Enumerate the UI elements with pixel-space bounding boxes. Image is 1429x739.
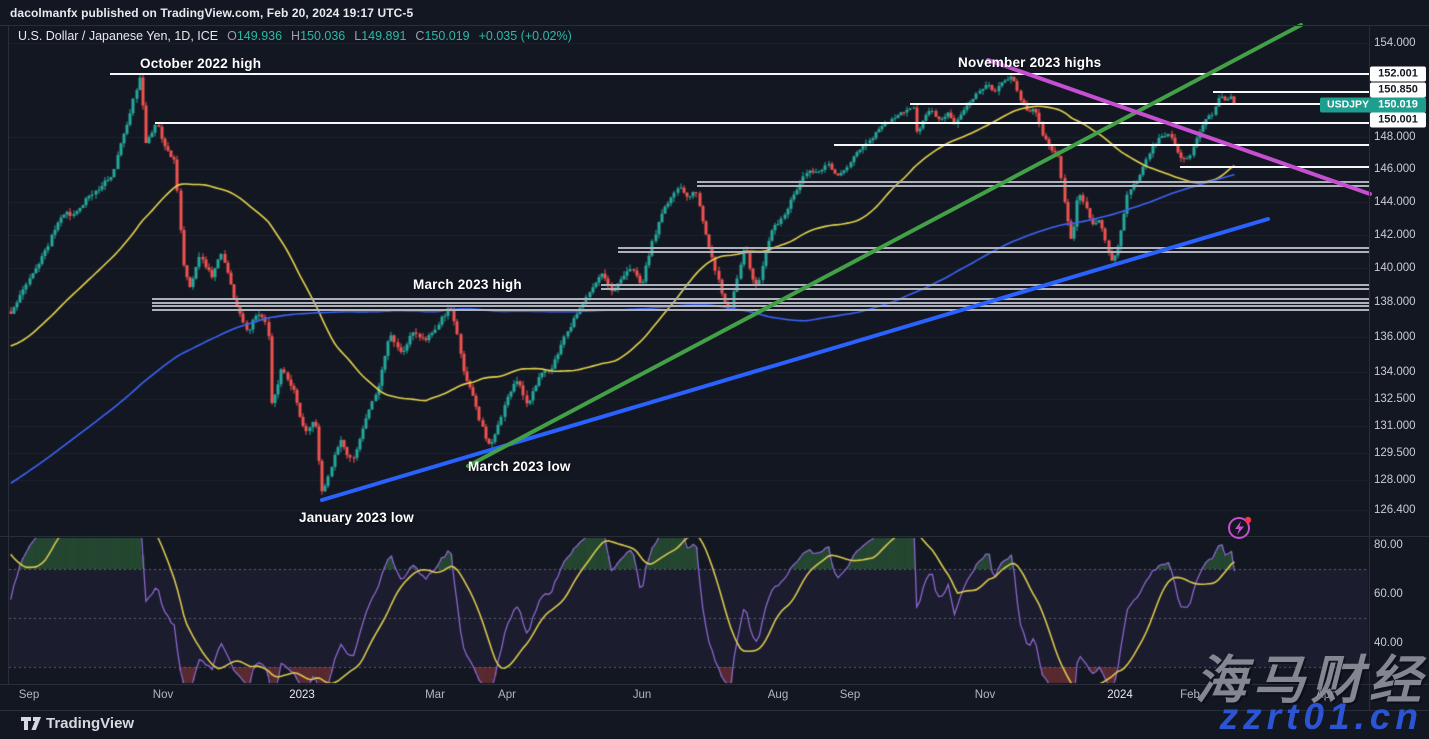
symbol-price-tag: USDJPY [1320,98,1376,113]
horizontal-level-line[interactable] [152,305,1369,311]
tradingview-chart-page: dacolmanfx published on TradingView.com,… [0,0,1429,739]
chart-annotation[interactable]: November 2023 highs [958,55,1101,70]
time-tick-label: Mar [425,689,445,701]
level-price-axis-badge: 150.001 [1370,113,1426,128]
footer-brand-text[interactable]: TradingView [46,715,134,732]
tradingview-logo-icon[interactable] [20,716,42,736]
price-tick-label: 132.500 [1374,393,1416,405]
rsi-tick-label: 80.00 [1374,539,1403,551]
price-tick-label: 144.000 [1374,196,1416,208]
ohlc-item: H150.036 [291,29,345,43]
last-price-axis-badge: 150.019 [1370,98,1426,113]
change-value: +0.035 (+0.02%) [479,29,572,43]
ohlc-prefix: O [227,29,237,43]
pane-separator[interactable] [0,536,1429,537]
price-tick-label: 138.000 [1374,296,1416,308]
time-tick-label: 2023 [289,689,315,701]
horizontal-level-line[interactable] [697,181,1369,187]
horizontal-level-line[interactable] [834,144,1369,146]
time-tick-label: Apr [498,689,516,701]
horizontal-level-line[interactable] [910,103,1369,105]
time-tick-label: Sep [19,689,39,701]
attribution-text: dacolmanfx published on TradingView.com,… [10,6,413,20]
price-tick-label: 146.000 [1374,163,1416,175]
rsi-tick-label: 60.00 [1374,588,1403,600]
level-price-axis-badge: 150.850 [1370,83,1426,98]
ohlc-value: 149.891 [361,29,406,43]
price-tick-label: 126.400 [1374,504,1416,516]
price-tick-label: 128.000 [1374,474,1416,486]
ohlc-value: 150.019 [424,29,469,43]
ohlc-item: L149.891 [354,29,406,43]
price-tick-label: 136.000 [1374,331,1416,343]
price-axis-border[interactable] [1369,25,1370,710]
chart-left-border [8,25,9,684]
ohlc-value: 150.036 [300,29,345,43]
chart-annotation[interactable]: October 2022 high [140,56,261,71]
ohlc-item: O149.936 [227,29,282,43]
chart-annotation[interactable]: March 2023 low [468,459,571,474]
horizontal-level-line[interactable] [1213,91,1369,93]
horizontal-level-line[interactable] [110,73,1369,75]
chart-annotation[interactable]: March 2023 high [413,277,522,292]
time-tick-label: Sep [840,689,860,701]
price-tick-label: 154.000 [1374,37,1416,49]
price-tick-label: 140.000 [1374,262,1416,274]
time-tick-label: Nov [153,689,173,701]
flash-trade-icon[interactable] [1226,513,1254,541]
horizontal-level-line[interactable] [155,122,1369,124]
horizontal-level-line[interactable] [152,298,1369,304]
symbol-title[interactable]: U.S. Dollar / Japanese Yen, 1D, ICE [18,29,218,43]
time-tick-label: Nov [975,689,995,701]
price-tick-label: 148.000 [1374,131,1416,143]
symbol-header: U.S. Dollar / Japanese Yen, 1D, ICEO149.… [18,29,572,43]
price-tick-label: 142.000 [1374,229,1416,241]
horizontal-level-line[interactable] [1180,166,1369,168]
price-chart-canvas[interactable] [0,0,1429,739]
watermark-line2: zzrt01.cn [1220,696,1423,738]
price-tick-label: 129.500 [1374,447,1416,459]
ohlc-values: O149.936 H150.036 L149.891 C150.019 [218,29,470,43]
price-tick-label: 134.000 [1374,366,1416,378]
level-price-axis-badge: 152.001 [1370,67,1426,82]
price-tick-label: 131.000 [1374,420,1416,432]
time-tick-label: Aug [768,689,788,701]
time-tick-label: 2024 [1107,689,1133,701]
top-separator [0,25,1429,26]
horizontal-level-line[interactable] [601,284,1369,290]
ohlc-value: 149.936 [237,29,282,43]
ohlc-item: C150.019 [415,29,469,43]
horizontal-level-line[interactable] [618,247,1369,253]
time-tick-label: Jun [633,689,652,701]
ohlc-prefix: H [291,29,300,43]
chart-annotation[interactable]: January 2023 low [299,510,414,525]
